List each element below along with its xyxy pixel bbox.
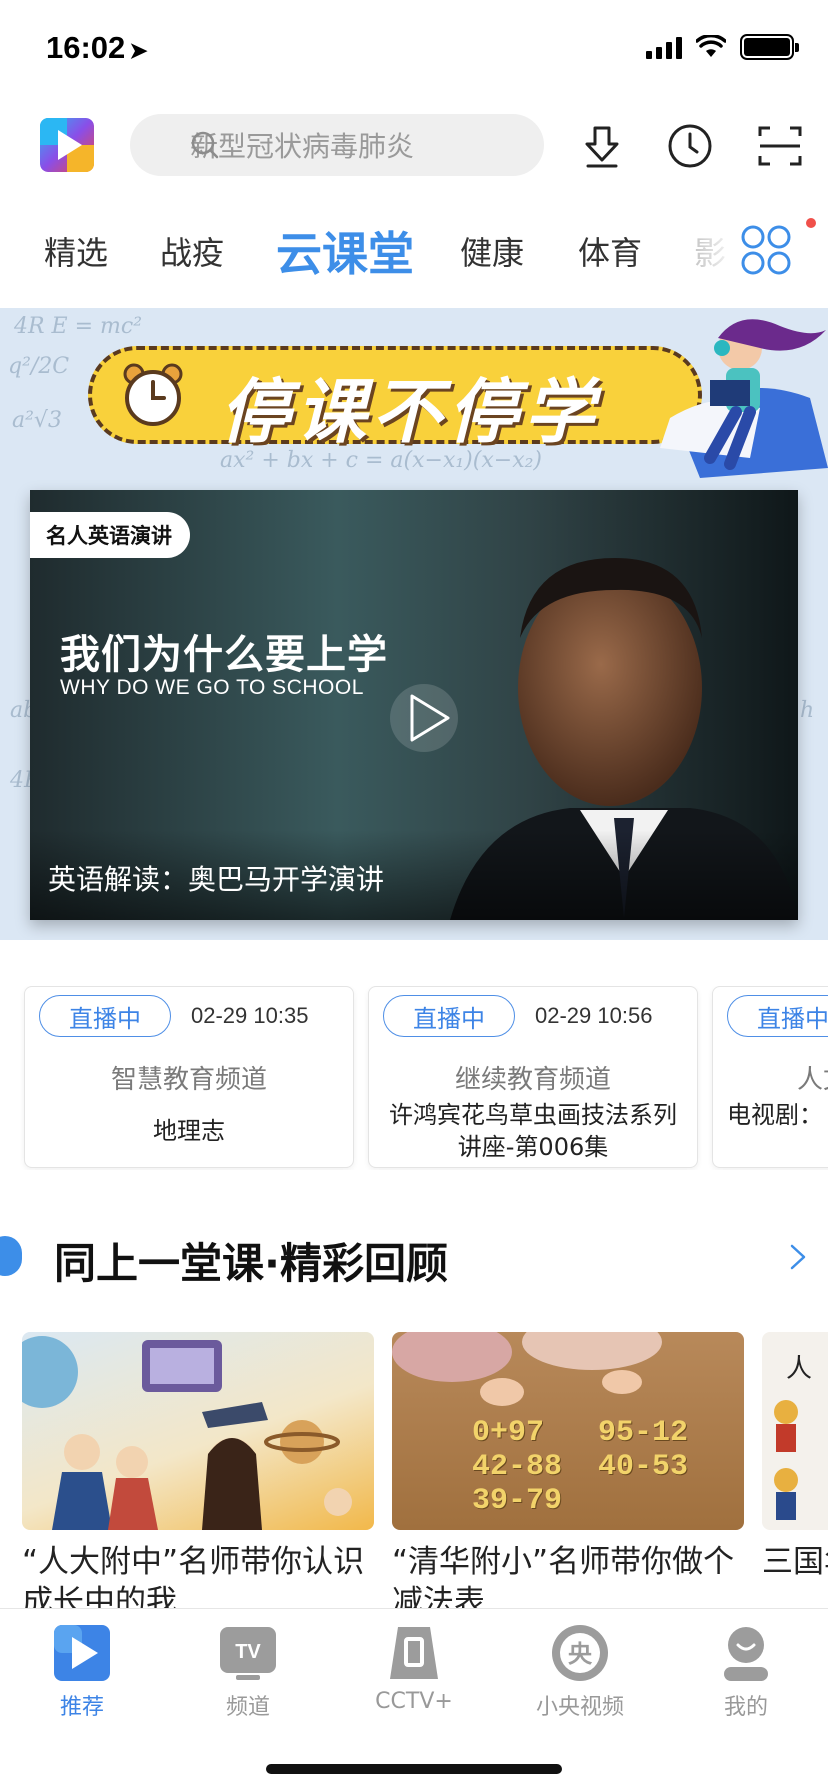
video-title-cn: 我们为什么要上学 bbox=[60, 632, 388, 678]
math-row: 39-79 bbox=[472, 1484, 563, 1518]
live-show: 电视剧： bbox=[727, 1101, 823, 1129]
status-bar: 16:02 ➤ bbox=[0, 0, 828, 100]
status-time-text: 16:02 bbox=[46, 30, 126, 65]
slogan-banner: 停课不停学 bbox=[88, 346, 702, 453]
wifi-icon bbox=[696, 35, 726, 57]
section-accent-bar bbox=[0, 1236, 22, 1276]
tabbar-item-tuijian[interactable]: 推荐 bbox=[22, 1623, 142, 1721]
live-card[interactable]: 直播中 人文 电视剧： bbox=[712, 986, 828, 1168]
live-schedule-row: 直播中 02-29 10:35 智慧教育频道 地理志 直播中 02-29 10:… bbox=[0, 986, 828, 1170]
reading-girl-illustration bbox=[660, 319, 828, 478]
profile-icon bbox=[724, 1627, 768, 1681]
live-time: 02-29 10:35 bbox=[191, 1003, 309, 1028]
live-badge: 直播中 bbox=[39, 995, 171, 1037]
svg-text:TV: TV bbox=[235, 1641, 261, 1663]
search-placeholder: 新型冠状病毒肺炎 bbox=[190, 130, 415, 163]
xiaoyang-video-icon: 央 bbox=[552, 1625, 608, 1681]
math-row: 42-88 40-53 bbox=[472, 1450, 689, 1484]
status-icons bbox=[646, 34, 799, 60]
card-thumbnail: 0+97 95-12 42-88 40-53 39-79 bbox=[392, 1332, 744, 1530]
section-title: 同上一堂课·精彩回顾 bbox=[54, 1239, 448, 1288]
live-show: 许鸿宾花鸟草虫画技法系列讲座-第006集 bbox=[389, 1101, 677, 1161]
search-icon bbox=[191, 131, 219, 159]
math-decoration: 4R E = mc² bbox=[14, 314, 143, 339]
category-tabs: 精选 战疫 云课堂 健康 体育 影 bbox=[0, 210, 828, 290]
review-cards-row: “人大附中”名师带你认识成长中的我 0+97 95-12 42-88 40-53… bbox=[0, 1332, 828, 1612]
live-channel: 继续教育频道 bbox=[454, 1065, 611, 1095]
status-time: 16:02 ➤ bbox=[46, 30, 148, 66]
tab-fade-overlay bbox=[680, 210, 740, 290]
review-card[interactable]: “人大附中”名师带你认识成长中的我 bbox=[22, 1332, 374, 1612]
card-title: “人大附中”名师带你认识成长中的我 bbox=[22, 1544, 365, 1612]
review-card[interactable]: 人 三国华阳 bbox=[762, 1332, 828, 1612]
grid-menu-icon[interactable] bbox=[740, 224, 792, 276]
alarm-clock-icon bbox=[123, 363, 183, 426]
live-channel: 智慧教育频道 bbox=[110, 1065, 267, 1095]
history-clock-icon[interactable] bbox=[666, 122, 714, 170]
tabbar-label: 频道 bbox=[225, 1695, 270, 1720]
slogan-text: 停课不停学 bbox=[220, 371, 600, 453]
live-channel: 人文 bbox=[797, 1065, 828, 1095]
live-card[interactable]: 直播中 02-29 10:35 智慧教育频道 地理志 bbox=[24, 986, 354, 1168]
video-category-tag: 名人英语演讲 bbox=[30, 512, 190, 558]
tab-zhanyi[interactable]: 战疫 bbox=[160, 228, 224, 274]
review-section-header[interactable]: 同上一堂课·精彩回顾 bbox=[0, 1222, 828, 1292]
math-decoration: h bbox=[800, 698, 815, 723]
card-title: 三国华阳 bbox=[762, 1544, 828, 1580]
home-indicator[interactable] bbox=[266, 1764, 562, 1774]
top-header: 新型冠状病毒肺炎 bbox=[0, 112, 828, 178]
app-logo-icon[interactable] bbox=[40, 118, 94, 172]
tabbar-label: CCTV+ bbox=[375, 1689, 453, 1714]
video-title-en: WHY DO WE GO TO SCHOOL bbox=[60, 676, 364, 699]
card-thumbnail bbox=[22, 1332, 374, 1530]
math-numbers: 0+97 95-12 42-88 40-53 39-79 bbox=[472, 1416, 688, 1518]
scan-icon[interactable] bbox=[756, 122, 804, 170]
tabbar-label: 小央视频 bbox=[535, 1695, 624, 1720]
tv-icon: TV bbox=[220, 1627, 276, 1680]
tabbar-item-pindao[interactable]: TV 频道 bbox=[188, 1623, 308, 1721]
live-card[interactable]: 直播中 02-29 10:56 继续教育频道 许鸿宾花鸟草虫画技法系列讲座-第0… bbox=[368, 986, 698, 1168]
tabbar-item-xiaoyang[interactable]: 央 小央视频 bbox=[520, 1623, 640, 1721]
recommend-play-icon bbox=[54, 1625, 110, 1681]
live-badge: 直播中 bbox=[727, 995, 828, 1037]
math-row: 0+97 95-12 bbox=[472, 1416, 689, 1450]
tab-jiankang[interactable]: 健康 bbox=[460, 228, 524, 274]
math-decoration: a²√3 bbox=[12, 408, 62, 433]
tab-yunketang[interactable]: 云课堂 bbox=[276, 218, 414, 284]
cellular-signal-icon bbox=[646, 35, 682, 59]
live-badge: 直播中 bbox=[383, 995, 515, 1037]
school-illustration bbox=[22, 1336, 352, 1530]
location-arrow-icon: ➤ bbox=[129, 38, 148, 63]
tabbar-label: 推荐 bbox=[59, 1695, 104, 1720]
tabbar-label: 我的 bbox=[723, 1695, 768, 1720]
tab-tiyu[interactable]: 体育 bbox=[578, 228, 642, 274]
live-show: 地理志 bbox=[153, 1117, 225, 1145]
tabbar-item-cctvplus[interactable]: CCTV+ bbox=[354, 1623, 474, 1714]
featured-video[interactable]: 名人英语演讲 我们为什么要上学 WHY DO WE GO TO SCHOOL 英… bbox=[30, 490, 798, 920]
review-card[interactable]: 0+97 95-12 42-88 40-53 39-79 “清华附小”名师带你做… bbox=[392, 1332, 744, 1612]
tabbar-item-wode[interactable]: 我的 bbox=[686, 1623, 806, 1721]
play-icon[interactable] bbox=[388, 682, 460, 754]
yunketang-banner: 4R E = mc² q²/2C a²√3 ax² + bx + c = a(x… bbox=[0, 308, 828, 940]
video-caption: 英语解读：奥巴马开学演讲 bbox=[48, 863, 385, 896]
live-time: 02-29 10:56 bbox=[535, 1003, 653, 1028]
download-icon[interactable] bbox=[578, 122, 626, 170]
card-title: “清华附小”名师带你做个减法表 bbox=[392, 1544, 735, 1612]
chevron-right-icon[interactable] bbox=[782, 1242, 812, 1272]
notification-dot bbox=[806, 218, 816, 228]
card-thumb-text: 人 bbox=[786, 1354, 813, 1384]
battery-icon bbox=[740, 34, 799, 60]
math-decoration: q²/2C bbox=[8, 354, 70, 379]
svg-text:央: 央 bbox=[568, 1640, 593, 1668]
card-thumbnail: 人 bbox=[762, 1332, 828, 1530]
tab-jingxuan[interactable]: 精选 bbox=[44, 228, 108, 274]
cctv-plus-icon bbox=[390, 1627, 438, 1679]
